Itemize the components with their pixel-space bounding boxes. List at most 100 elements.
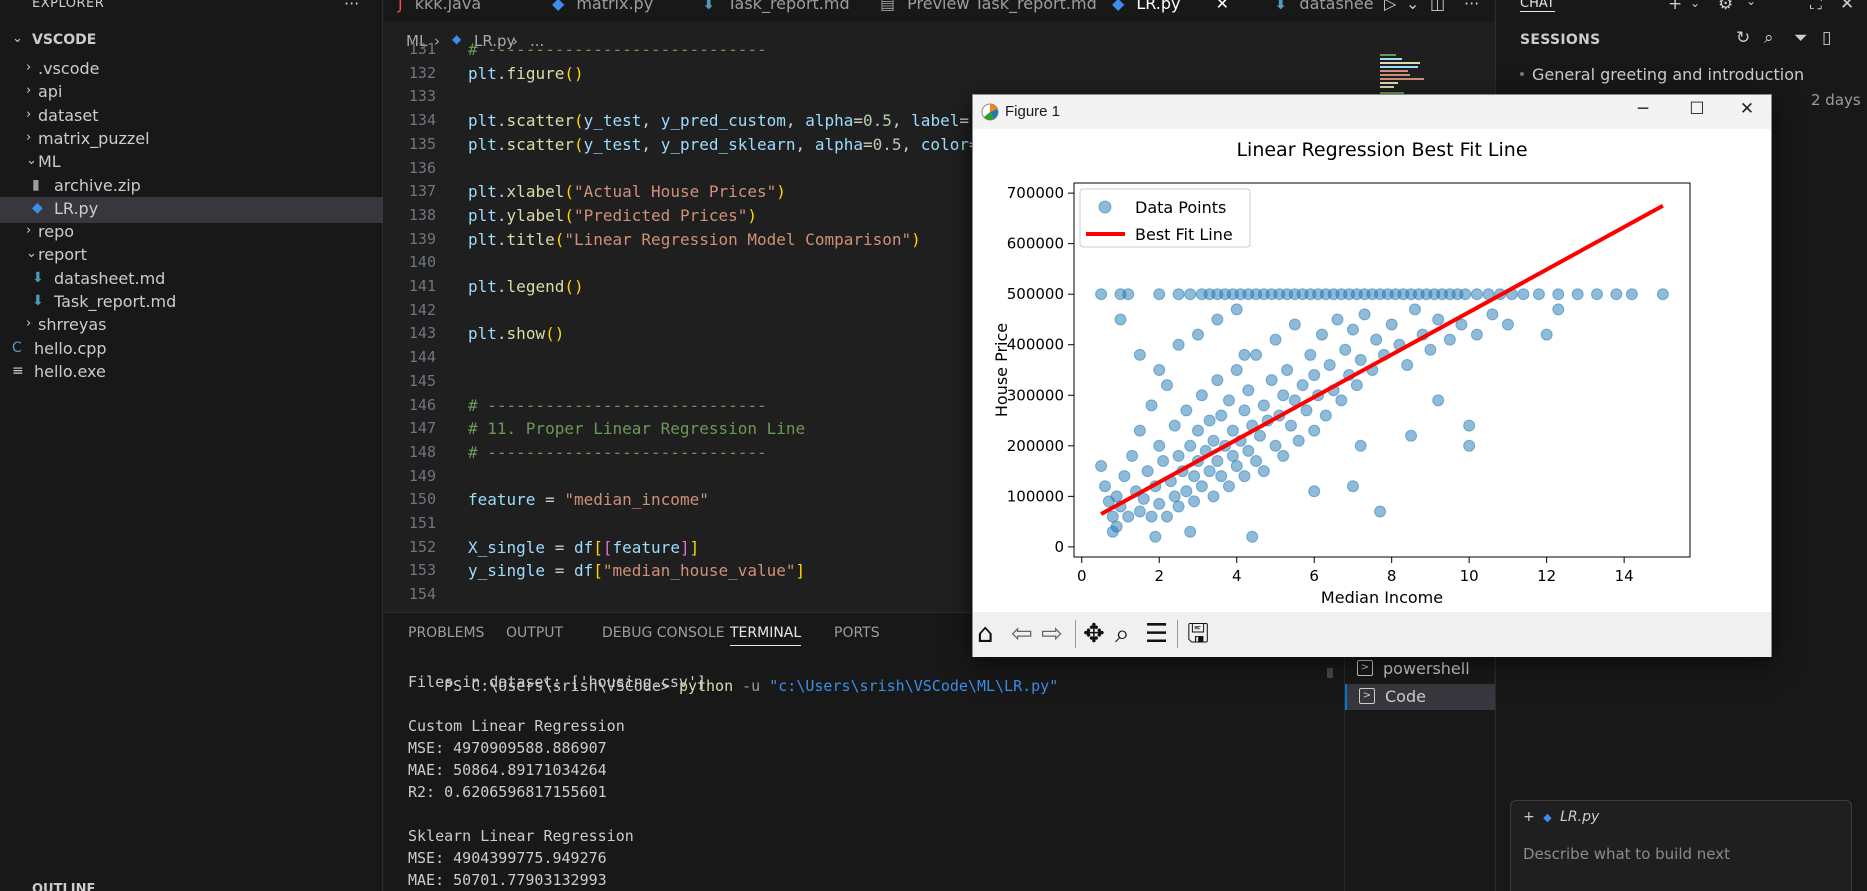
refresh-icon[interactable]: ↻	[1736, 28, 1750, 48]
session-item[interactable]: General greeting and introduction	[1532, 65, 1804, 84]
panel-tab-problems[interactable]: PROBLEMS	[408, 625, 484, 641]
tree-item[interactable]: ⬇ datasheet.md	[0, 267, 383, 293]
tree-item[interactable]: › matrix_puzzel	[0, 127, 383, 153]
data-point	[1207, 490, 1220, 503]
code-line[interactable]: plt.figure()	[468, 64, 584, 83]
code-line[interactable]: # -----------------------------	[468, 396, 767, 415]
pan-icon[interactable]: ✥	[1083, 620, 1105, 648]
panel-tab-terminal[interactable]: TERMINAL	[730, 625, 802, 646]
terminal-scrollbar[interactable]	[1327, 668, 1333, 678]
configure-icon[interactable]: ☰	[1145, 620, 1168, 648]
gear-icon[interactable]: ⚙	[1718, 0, 1733, 14]
tree-item[interactable]: › dataset	[0, 104, 383, 130]
tab-preview-task-report-md[interactable]: ▤ Preview Task_report.md	[880, 0, 1097, 22]
code-token: color	[920, 134, 969, 154]
code-line[interactable]: plt.legend()	[468, 277, 584, 296]
maximize-icon[interactable]: ☐	[1677, 99, 1717, 125]
data-point	[1432, 313, 1445, 326]
terminal-list-item[interactable]: > Code	[1345, 684, 1495, 710]
save-icon[interactable]: 🖫	[1187, 620, 1209, 648]
panel-tab-debug-console[interactable]: DEBUG CONSOLE	[602, 625, 725, 641]
home-icon[interactable]: ⌂	[977, 620, 994, 648]
code-line[interactable]: # -----------------------------	[468, 40, 767, 59]
explorer-root[interactable]: ⌄ VSCODE	[0, 30, 383, 52]
data-point	[1114, 313, 1127, 326]
code-line[interactable]: plt.title("Linear Regression Model Compa…	[468, 230, 921, 249]
add-context-icon[interactable]: +	[1523, 809, 1535, 825]
tab-matrix-py[interactable]: ◆ matrix.py	[552, 0, 653, 22]
close-icon[interactable]: ✕	[1727, 99, 1767, 125]
run-icon[interactable]: ▷	[1384, 0, 1396, 22]
sidebar-toggle-icon[interactable]: ▯	[1822, 28, 1831, 48]
tree-item[interactable]: ▮ archive.zip	[0, 174, 383, 200]
data-point	[1656, 288, 1669, 301]
code-token: xlabel	[506, 182, 565, 202]
split-editor-icon[interactable]: ◫	[1430, 0, 1445, 22]
tree-item[interactable]: › api	[0, 80, 383, 106]
tab-task-report-md[interactable]: ⬇ Task_report.md	[702, 0, 850, 22]
data-point	[1184, 288, 1197, 301]
minimize-icon[interactable]: ─	[1623, 99, 1663, 125]
more-actions-icon[interactable]: ···	[344, 0, 359, 13]
line-number: 136	[408, 158, 436, 177]
data-point	[1552, 303, 1565, 316]
code-line[interactable]: plt.scatter(y_test, y_pred_custom, alpha…	[468, 111, 969, 130]
forward-icon[interactable]: ⇨	[1041, 620, 1063, 648]
maximize-icon[interactable]: ⛶	[1810, 0, 1822, 14]
terminal-list-label: Code	[1385, 687, 1426, 706]
tab-datashee[interactable]: ⬇ datashee	[1274, 0, 1374, 22]
chevron-right-icon: ›	[26, 60, 32, 75]
tree-item[interactable]: › repo	[0, 220, 383, 246]
tree-item[interactable]: ⌄ report	[0, 243, 383, 269]
figure-titlebar[interactable]: Figure 1 ─ ☐ ✕	[973, 95, 1771, 129]
code-line[interactable]: X_single = df[[feature]]	[468, 538, 699, 557]
python-icon: ◆	[1543, 811, 1552, 824]
search-icon[interactable]: ⌕	[1764, 28, 1774, 48]
code-line[interactable]: feature = "median_income"	[468, 490, 709, 509]
back-icon[interactable]: ⇦	[1011, 620, 1033, 648]
chevron-down-icon[interactable]: ⌄	[1406, 0, 1419, 22]
data-point	[1211, 313, 1224, 326]
tree-item[interactable]: › shrreyas	[0, 313, 383, 339]
code-line[interactable]: plt.ylabel("Predicted Prices")	[468, 206, 757, 225]
chat-input-placeholder[interactable]: Describe what to build next	[1523, 845, 1730, 863]
data-point	[1172, 449, 1185, 462]
panel-tab-ports[interactable]: PORTS	[834, 625, 880, 641]
context-file-chip[interactable]: + ◆ LR.py	[1523, 809, 1599, 825]
tree-item[interactable]: ⌄ ML	[0, 150, 383, 176]
chevron-down-icon[interactable]: ⌄	[1746, 0, 1756, 8]
code-line[interactable]: # 11. Proper Linear Regression Line	[468, 419, 805, 438]
code-line[interactable]: plt.show()	[468, 324, 564, 343]
tree-item[interactable]: Chello.cpp	[0, 337, 383, 363]
tree-item[interactable]: ◆ LR.py	[0, 196, 383, 223]
zoom-icon[interactable]: ⌕	[1115, 620, 1130, 648]
tree-item[interactable]: › .vscode	[0, 57, 383, 83]
code-token: # -----------------------------	[468, 40, 767, 59]
terminal-list-item[interactable]: > powershell	[1345, 656, 1495, 682]
close-icon[interactable]: ✕	[1840, 0, 1854, 14]
new-chat-icon[interactable]: +	[1668, 0, 1682, 14]
x-axis-ticks: 0 2 4 6 8 10 12 14	[1077, 557, 1634, 585]
filter-icon[interactable]: ⏷	[1794, 28, 1808, 48]
more-actions-icon[interactable]: ···	[1464, 0, 1479, 22]
legend: Data Points Best Fit Line	[1079, 188, 1251, 248]
tab-kkk-java[interactable]: Jkkk.java	[398, 0, 481, 22]
code-line[interactable]: plt.scatter(y_test, y_pred_sklearn, alph…	[468, 135, 979, 154]
outline-section-header[interactable]: OUTLINE	[32, 882, 95, 891]
chat-tab[interactable]: CHAT	[1520, 0, 1555, 12]
tree-item[interactable]: ≡ hello.exe	[0, 360, 383, 386]
code-line[interactable]: plt.xlabel("Actual House Prices")	[468, 182, 786, 201]
line-number: 147	[408, 419, 436, 438]
chevron-down-icon[interactable]: ⌄	[1690, 0, 1700, 10]
close-icon[interactable]: ✕	[1210, 0, 1229, 13]
tree-item[interactable]: ⬇ Task_report.md	[0, 290, 383, 316]
zip-file-icon: ▮	[32, 176, 40, 193]
figure-window[interactable]: Figure 1 ─ ☐ ✕ Linear Regression Best Fi…	[972, 94, 1772, 657]
data-point	[1226, 449, 1239, 462]
code-line[interactable]: # -----------------------------	[468, 443, 767, 462]
explorer-title: EXPLORER	[32, 0, 105, 11]
code-line[interactable]: y_single = df["median_house_value"]	[468, 561, 805, 580]
tab-lr-py[interactable]: ◆ LR.py ✕	[1112, 0, 1229, 22]
chat-input-box[interactable]: + ◆ LR.py Describe what to build next	[1510, 800, 1852, 891]
panel-tab-output[interactable]: OUTPUT	[506, 625, 563, 641]
